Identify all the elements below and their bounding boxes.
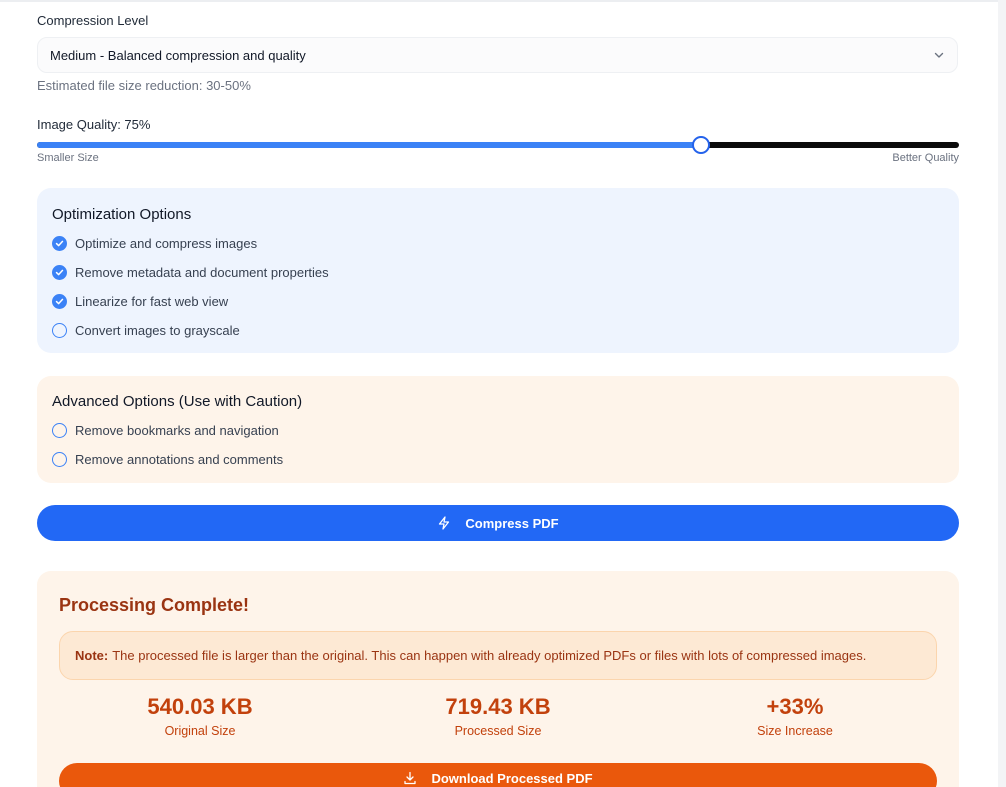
compression-level-label: Compression Level — [37, 13, 149, 28]
option-label: Convert images to grayscale — [75, 323, 240, 338]
advanced-options-title: Advanced Options (Use with Caution) — [52, 393, 303, 410]
option-compress-images[interactable]: Optimize and compress images — [52, 236, 257, 251]
size-reduction-hint: Estimated file size reduction: 30-50% — [37, 78, 251, 93]
processing-complete-title: Processing Complete! — [59, 595, 250, 615]
stat-label: Size Increase — [757, 724, 833, 738]
stat-size-increase: +33% Size Increase — [645, 694, 945, 738]
slider-thumb[interactable] — [692, 136, 710, 154]
optimization-options-title: Optimization Options — [52, 206, 192, 223]
chevron-down-icon — [934, 52, 944, 58]
download-icon — [404, 771, 417, 785]
top-divider — [0, 0, 1006, 2]
slider-max-label: Better Quality — [892, 152, 959, 164]
image-quality-slider[interactable] — [37, 136, 959, 154]
note-label: Note: — [75, 648, 109, 663]
check-circle-icon[interactable] — [52, 265, 67, 280]
option-grayscale[interactable]: Convert images to grayscale — [52, 323, 240, 338]
advanced-options-panel: Advanced Options (Use with Caution) Remo… — [37, 376, 959, 483]
processing-result-panel: Processing Complete! Note: The processed… — [37, 571, 959, 787]
stat-original-size: 540.03 KB Original Size — [50, 694, 350, 738]
compress-pdf-button[interactable]: Compress PDF — [37, 505, 959, 541]
size-warning-note: Note: The processed file is larger than … — [59, 631, 937, 680]
stat-value: 540.03 KB — [147, 694, 253, 719]
check-circle-icon[interactable] — [52, 323, 67, 338]
stat-processed-size: 719.43 KB Processed Size — [348, 694, 648, 738]
lightning-icon — [439, 516, 450, 530]
download-label: Download Processed PDF — [431, 770, 593, 786]
compression-level-select[interactable]: Medium - Balanced compression and qualit… — [37, 37, 958, 73]
optimization-options-panel: Optimization Options Optimize and compre… — [37, 188, 959, 353]
option-remove-bookmarks[interactable]: Remove bookmarks and navigation — [52, 423, 279, 438]
check-circle-icon[interactable] — [52, 452, 67, 467]
option-label: Remove metadata and document properties — [75, 265, 329, 280]
option-label: Remove bookmarks and navigation — [75, 423, 279, 438]
check-circle-icon[interactable] — [52, 236, 67, 251]
check-circle-icon[interactable] — [52, 423, 67, 438]
slider-min-label: Smaller Size — [37, 152, 99, 164]
option-remove-annotations[interactable]: Remove annotations and comments — [52, 452, 283, 467]
slider-fill — [37, 142, 701, 148]
check-circle-icon[interactable] — [52, 294, 67, 309]
option-remove-metadata[interactable]: Remove metadata and document properties — [52, 265, 329, 280]
option-label: Remove annotations and comments — [75, 452, 284, 467]
option-label: Linearize for fast web view — [75, 294, 229, 309]
compress-pdf-label: Compress PDF — [465, 515, 559, 531]
stat-value: 719.43 KB — [445, 694, 551, 719]
image-quality-label: Image Quality: 75% — [37, 117, 151, 132]
stat-value: +33% — [766, 694, 824, 719]
page-scrollbar[interactable] — [998, 0, 1006, 787]
note-text: The processed file is larger than the or… — [112, 648, 867, 663]
stat-label: Original Size — [164, 724, 236, 738]
stat-label: Processed Size — [454, 724, 542, 738]
download-processed-pdf-button[interactable]: Download Processed PDF — [59, 763, 937, 787]
compression-level-value: Medium - Balanced compression and qualit… — [50, 47, 306, 63]
option-label: Optimize and compress images — [75, 236, 258, 251]
option-linearize[interactable]: Linearize for fast web view — [52, 294, 228, 309]
